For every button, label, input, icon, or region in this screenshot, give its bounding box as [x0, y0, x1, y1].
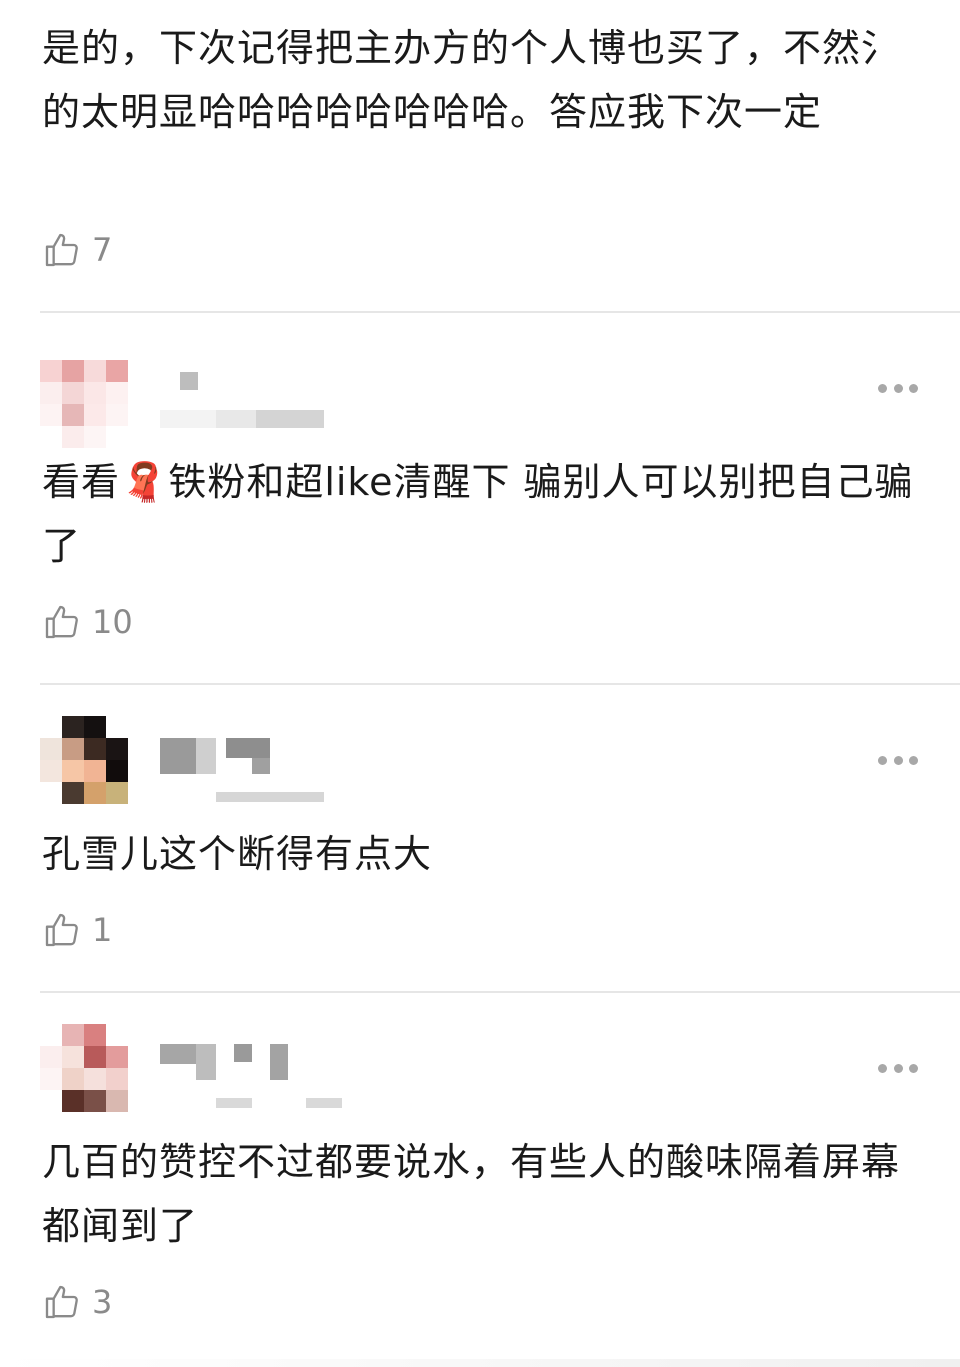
divider: [40, 991, 960, 993]
more-options-button[interactable]: [878, 382, 918, 394]
more-options-button[interactable]: [878, 1062, 918, 1074]
username-blurred: [160, 372, 220, 400]
comment-text: 孔雪儿这个断得有点大: [42, 832, 433, 876]
avatar[interactable]: [40, 360, 128, 448]
comment-text: 看看🧣铁粉和超like清醒下 骗别人可以别把自己骗了: [42, 460, 914, 568]
more-horizontal-icon: [878, 383, 887, 393]
more-horizontal-icon: [878, 1063, 887, 1073]
like-count: 1: [92, 911, 113, 949]
like-button[interactable]: 7: [42, 228, 112, 272]
timestamp-blurred: [160, 1098, 350, 1112]
more-horizontal-icon: [878, 755, 887, 765]
thumbs-up-icon: [45, 605, 78, 639]
thumbs-up-icon: [45, 233, 78, 267]
thumbs-up-icon: [45, 913, 78, 947]
comment-text: 几百的赞控不过都要说水，有些人的酸味隔着屏幕都闻到了: [42, 1140, 901, 1248]
like-button[interactable]: 10: [42, 600, 133, 644]
timestamp-blurred: [160, 792, 330, 806]
like-button[interactable]: 1: [42, 908, 112, 952]
bottom-edge: [0, 1359, 960, 1367]
username-blurred: [160, 1044, 320, 1080]
divider: [40, 683, 960, 685]
avatar[interactable]: [40, 716, 128, 804]
divider: [40, 311, 960, 313]
avatar[interactable]: [40, 1024, 128, 1112]
thumbs-up-icon: [45, 1285, 78, 1319]
like-count: 10: [92, 603, 133, 641]
username-blurred: [160, 738, 280, 774]
more-options-button[interactable]: [878, 754, 918, 766]
timestamp-blurred: [160, 410, 330, 430]
like-count: 7: [92, 231, 113, 269]
like-count: 3: [92, 1283, 113, 1321]
comment-text: 是的，下次记得把主办方的个人博也买了，不然氵的太明显哈哈哈哈哈哈哈哈。答应我下次…: [42, 26, 901, 134]
like-button[interactable]: 3: [42, 1280, 112, 1324]
